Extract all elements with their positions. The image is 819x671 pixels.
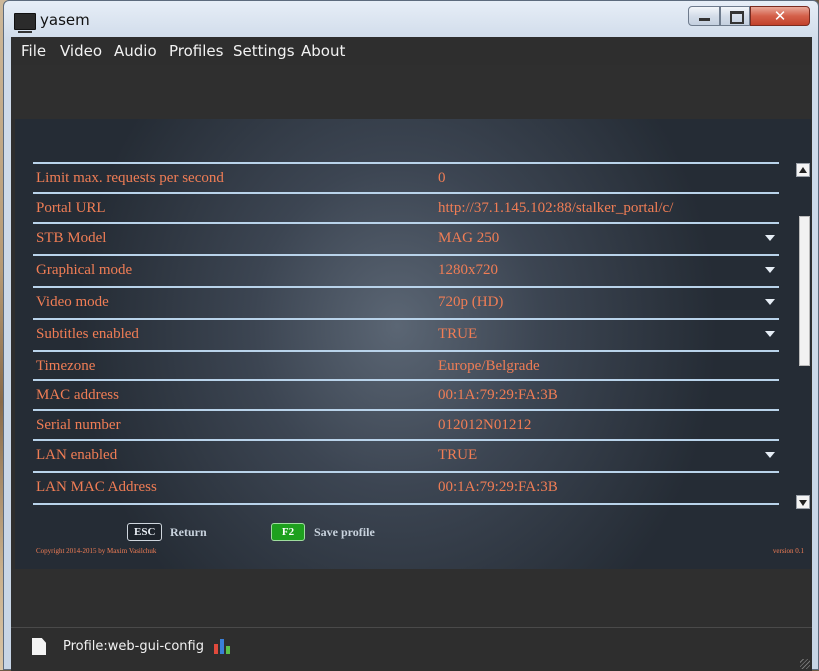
menu-settings[interactable]: Settings [233,42,295,60]
setting-value[interactable]: 00:1A:79:29:FA:3B [438,387,558,404]
f2-key-badge[interactable]: F2 [271,523,305,541]
setting-label: Serial number [36,417,121,433]
setting-label: Subtitles enabled [36,326,139,342]
profile-status: Profile:web-gui-config [63,639,204,654]
setting-row-lan-mac[interactable]: LAN MAC Address 00:1A:79:29:FA:3B [33,471,779,503]
setting-value[interactable]: Europe/Belgrade [438,358,540,375]
setting-row-serial-number[interactable]: Serial number 012012N01212 [33,409,779,438]
setting-row-stb-model[interactable]: STB Model MAG 250 [33,222,779,254]
close-icon: ✕ [773,7,787,25]
setting-label: Graphical mode [36,262,133,278]
setting-value[interactable]: TRUE [438,447,477,464]
setting-label: LAN enabled [36,447,118,463]
esc-key-badge[interactable]: ESC [127,523,163,541]
chevron-down-icon[interactable] [765,267,775,273]
chevron-down-icon[interactable] [765,299,775,305]
setting-value[interactable]: TRUE [438,326,477,343]
setting-row-limit-requests[interactable]: Limit max. requests per second 0 [33,162,779,191]
setting-value[interactable]: 00:1A:79:29:FA:3B [438,479,558,496]
setting-label: Limit max. requests per second [36,170,224,186]
window-title: yasem [40,11,90,29]
setting-value[interactable]: 012012N01212 [438,417,531,434]
chevron-down-icon[interactable] [765,331,775,337]
resize-grip[interactable] [800,659,810,669]
setting-value[interactable]: 1280x720 [438,262,498,279]
minimize-button[interactable] [688,6,720,26]
setting-row-lan-enabled[interactable]: LAN enabled TRUE [33,439,779,471]
menu-audio[interactable]: Audio [114,42,157,60]
lower-panel [11,569,812,627]
setting-value[interactable]: 0 [438,170,446,187]
list-divider [33,503,779,505]
setting-row-video-mode[interactable]: Video mode 720p (HD) [33,286,779,318]
monitor-icon [14,13,36,33]
setting-label: MAC address [36,387,119,403]
setting-label: Portal URL [36,200,106,216]
scroll-up-button[interactable] [796,163,810,177]
minimize-icon [699,18,710,21]
setting-value[interactable]: MAG 250 [438,230,499,247]
setting-row-mac-address[interactable]: MAC address 00:1A:79:29:FA:3B [33,379,779,408]
setting-row-subtitles[interactable]: Subtitles enabled TRUE [33,318,779,350]
menu-about[interactable]: About [301,42,345,60]
toolbar-area [11,65,812,119]
maximize-button[interactable] [720,6,750,26]
menu-file[interactable]: File [21,42,46,60]
status-bar: Profile:web-gui-config [11,627,812,671]
setting-label: STB Model [36,230,107,246]
setting-row-graphical-mode[interactable]: Graphical mode 1280x720 [33,254,779,286]
setting-label: Timezone [36,358,96,374]
chevron-down-icon[interactable] [765,235,775,241]
close-button[interactable]: ✕ [750,6,810,26]
menu-video[interactable]: Video [60,42,102,60]
menu-bar: File Video Audio Profiles Settings About [11,37,812,65]
setting-row-portal-url[interactable]: Portal URL http://37.1.145.102:88/stalke… [33,192,779,221]
setting-label: LAN MAC Address [36,479,157,495]
setting-label: Video mode [36,294,109,310]
scrollbar-thumb[interactable] [799,216,810,366]
settings-panel: Limit max. requests per second 0 Portal … [15,119,811,569]
save-profile-label[interactable]: Save profile [314,525,375,540]
menu-profiles[interactable]: Profiles [169,42,223,60]
file-icon [32,638,46,655]
title-bar[interactable]: yasem ✕ [4,1,818,37]
maximize-icon [730,11,744,24]
setting-row-timezone[interactable]: Timezone Europe/Belgrade [33,350,779,379]
setting-value[interactable]: http://37.1.145.102:88/stalker_portal/c/ [438,200,673,217]
scroll-down-button[interactable] [796,495,810,509]
copyright-text: Copyright 2014-2015 by Maxim Vasilchuk [36,547,157,555]
app-window: yasem ✕ File Video Audio Profiles Settin… [3,0,819,671]
setting-value[interactable]: 720p (HD) [438,294,503,311]
version-text: version 0.1 [772,547,804,555]
chevron-down-icon[interactable] [765,452,775,458]
bar-chart-icon[interactable] [213,637,231,655]
client-area: File Video Audio Profiles Settings About… [11,37,812,671]
return-label[interactable]: Return [170,525,207,540]
